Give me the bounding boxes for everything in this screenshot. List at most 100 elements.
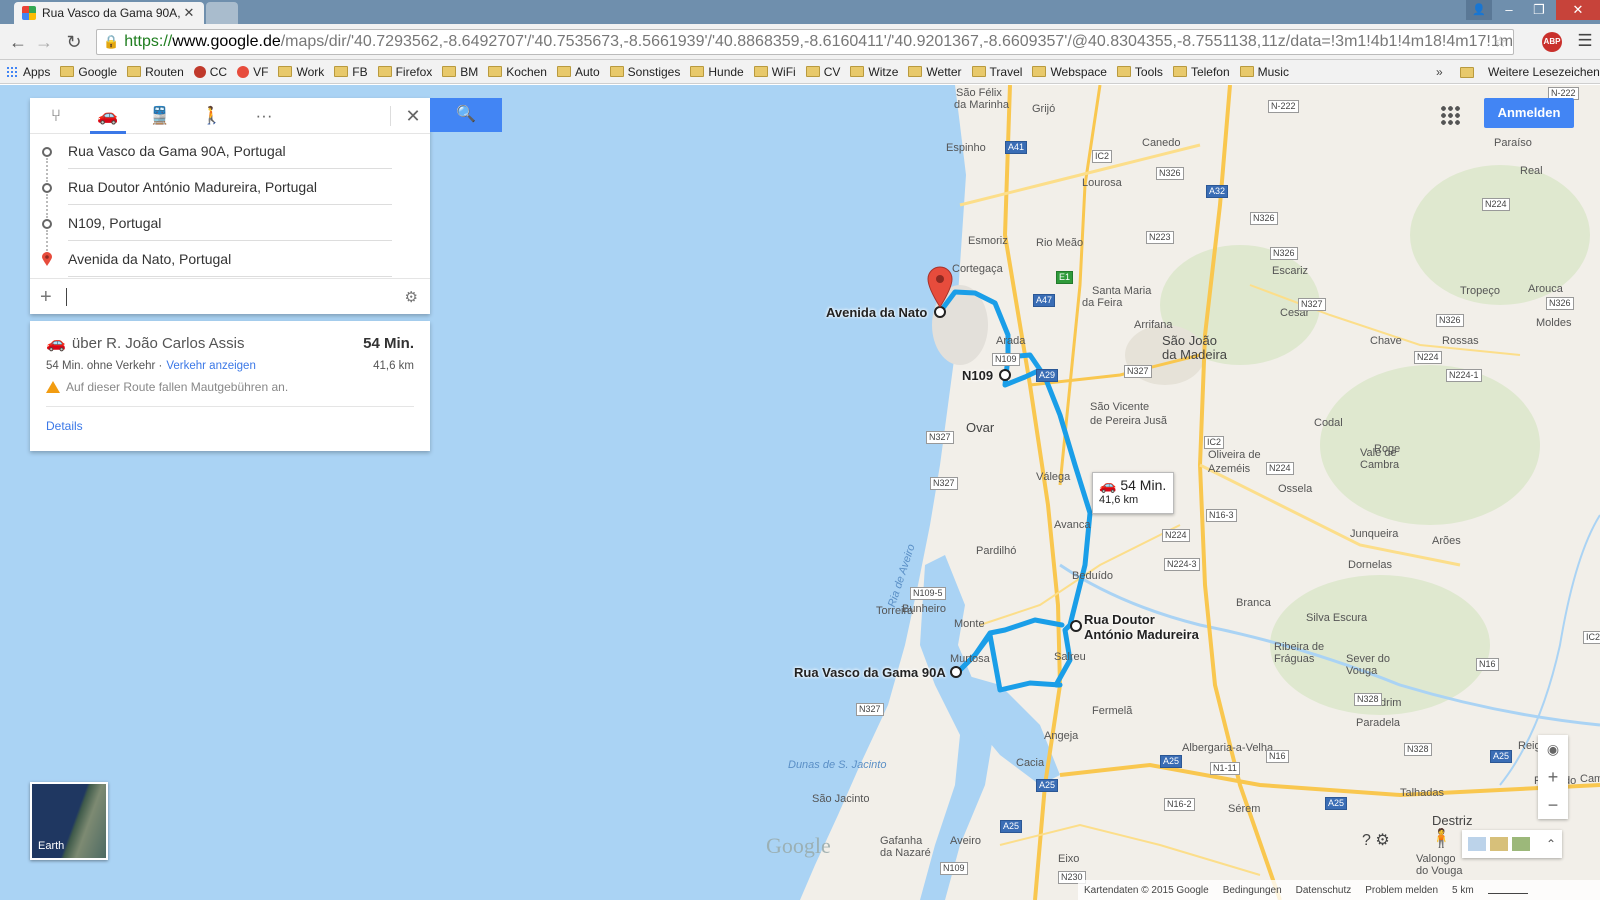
add-destination-icon[interactable]: +	[40, 287, 52, 307]
expand-up-icon[interactable]: ⌃	[1546, 837, 1556, 851]
restore-icon[interactable]: ❐	[1524, 0, 1554, 20]
route-result-card[interactable]: 🚗 über R. João Carlos Assis 54 Min. 54 M…	[30, 321, 430, 451]
back-icon[interactable]: ←	[6, 30, 30, 54]
waypoint-row-0[interactable]: Rua Vasco da Gama 90A, Portugal	[30, 134, 430, 182]
bookmark-label: WiFi	[771, 64, 796, 79]
layer-thumbnails[interactable]: ⌃	[1462, 830, 1562, 858]
terms-link[interactable]: Bedingungen	[1223, 885, 1282, 896]
mode-transit-icon[interactable]: 🚆	[134, 98, 186, 134]
layer-thumb-satellite[interactable]	[1512, 837, 1530, 851]
site-favicon-icon	[193, 65, 206, 78]
mode-car-icon[interactable]: 🚗	[82, 98, 134, 134]
map-label-avenida-da-nato[interactable]: Avenida da Nato	[826, 305, 927, 320]
bookmark-work[interactable]: Work	[278, 65, 324, 79]
report-problem-link[interactable]: Problem melden	[1365, 885, 1438, 896]
waypoint-row-2[interactable]: N109, Portugal	[30, 206, 430, 254]
gear-icon[interactable]: ⚙	[1375, 832, 1389, 849]
bookmark-travel[interactable]: Travel	[971, 65, 1022, 79]
bookmarks-overflow-icon[interactable]: »	[1436, 65, 1443, 79]
motorway-shield: A29	[1036, 369, 1059, 382]
window-close-icon[interactable]: ✕	[1556, 0, 1600, 20]
browser-menu-icon[interactable]: ☰	[1574, 30, 1596, 52]
bookmark-cv[interactable]: CV	[805, 65, 840, 79]
details-link[interactable]: Details	[46, 419, 414, 433]
bookmark-fb[interactable]: FB	[334, 65, 368, 79]
map-label-antonio-madureira[interactable]: António Madureira	[1084, 627, 1199, 642]
waypoint-input-2[interactable]: N109, Portugal	[68, 206, 392, 241]
national-road-shield: N327	[930, 477, 958, 490]
my-location-icon[interactable]: ◉	[1538, 735, 1568, 763]
folder-icon	[556, 66, 571, 77]
bookmark-webspace[interactable]: Webspace	[1032, 65, 1107, 79]
waypoint-input-1[interactable]: Rua Doutor António Madureira, Portugal	[68, 170, 392, 205]
bookmark-witze[interactable]: Witze	[850, 65, 898, 79]
bookmark-star-icon[interactable]: ☆	[1494, 33, 1507, 51]
tab-maps[interactable]: Rua Vasco da Gama 90A, I ✕	[14, 2, 204, 24]
search-icon: 🔍	[456, 106, 476, 123]
bookmark-auto[interactable]: Auto	[556, 65, 600, 79]
mode-more-icon[interactable]: ···	[238, 98, 290, 134]
tab-close-icon[interactable]: ✕	[182, 5, 196, 21]
map-label-n109[interactable]: N109	[962, 368, 993, 383]
national-road-shield: N224	[1266, 462, 1294, 475]
bookmark-kochen[interactable]: Kochen	[488, 65, 547, 79]
route-info-bubble[interactable]: 🚗 54 Min. 41,6 km	[1092, 472, 1174, 514]
pegman-icon[interactable]: 🧍	[1430, 828, 1452, 858]
close-directions-icon[interactable]: ✕	[398, 98, 428, 134]
scale-bar	[1487, 886, 1528, 894]
map-label-rua-doutor[interactable]: Rua Doutor	[1084, 612, 1155, 627]
map-canvas[interactable]: Avenida da Nato N109 Rua Doutor António …	[0, 85, 1600, 900]
bookmark-google[interactable]: Google	[60, 65, 117, 79]
forward-icon[interactable]: →	[32, 30, 56, 54]
bookmark-routen[interactable]: Routen	[127, 65, 184, 79]
bookmark-wetter[interactable]: Wetter	[908, 65, 962, 79]
adblock-plus-icon[interactable]: ABP	[1542, 32, 1562, 52]
layer-thumb-map[interactable]	[1468, 837, 1486, 851]
waypoint-input-0[interactable]: Rua Vasco da Gama 90A, Portugal	[68, 134, 392, 169]
profile-icon[interactable]: 👤	[1466, 0, 1492, 20]
bookmark-bm[interactable]: BM	[442, 65, 478, 79]
bookmark-cc[interactable]: CC	[193, 65, 227, 79]
signin-button[interactable]: Anmelden	[1484, 98, 1574, 128]
waypoint-row-1[interactable]: Rua Doutor António Madureira, Portugal	[30, 170, 430, 218]
search-button[interactable]: 🔍	[430, 98, 502, 132]
bookmark-vf[interactable]: VF	[237, 65, 268, 79]
bookmark-firefox[interactable]: Firefox	[377, 65, 432, 79]
mode-best-icon[interactable]: ⑂	[30, 98, 82, 134]
zoom-in-button[interactable]: +	[1538, 763, 1568, 791]
national-road-shield: N326	[1270, 247, 1298, 260]
place-label: da Feira	[1082, 297, 1123, 309]
bookmark-telefon[interactable]: Telefon	[1172, 65, 1230, 79]
national-road-shield: N326	[1436, 314, 1464, 327]
mode-walk-icon[interactable]: 🚶	[186, 98, 238, 134]
bookmark-tools[interactable]: Tools	[1116, 65, 1163, 79]
bookmark-sonstiges[interactable]: Sonstiges	[609, 65, 680, 79]
google-apps-icon[interactable]	[1440, 105, 1462, 127]
place-label: Monte	[954, 618, 985, 630]
layer-thumb-terrain[interactable]	[1490, 837, 1508, 851]
minimize-icon[interactable]: –	[1494, 0, 1524, 20]
bookmark-wifi[interactable]: WiFi	[753, 64, 796, 79]
show-traffic-link[interactable]: Verkehr anzeigen	[166, 360, 256, 372]
help-settings-icons[interactable]: ? ⚙	[1362, 830, 1390, 850]
add-destination-row[interactable]: + ⚙	[30, 278, 430, 314]
national-road-shield: N224	[1162, 529, 1190, 542]
privacy-link[interactable]: Datenschutz	[1296, 885, 1352, 896]
bookmark-music[interactable]: Music	[1239, 65, 1289, 79]
motorway-shield: A25	[1036, 779, 1059, 792]
help-icon[interactable]: ?	[1362, 832, 1371, 849]
waypoint-circle-icon	[42, 147, 52, 157]
route-options-icon[interactable]: ⚙	[405, 288, 418, 306]
national-road-shield: N326	[1156, 167, 1184, 180]
zoom-out-button[interactable]: −	[1538, 791, 1568, 819]
new-tab-button[interactable]	[206, 2, 238, 24]
earth-view-toggle[interactable]: Earth	[30, 782, 108, 860]
waypoint-input-3[interactable]: Avenida da Nato, Portugal	[68, 242, 392, 277]
bookmark-hunde[interactable]: Hunde	[690, 65, 744, 79]
map-label-rua-vasco-da-gama[interactable]: Rua Vasco da Gama 90A	[794, 665, 946, 680]
reload-icon[interactable]: ↻	[62, 30, 86, 54]
other-bookmarks[interactable]: Weitere Lesezeichen	[1460, 60, 1600, 84]
bookmark-apps[interactable]: Apps	[6, 65, 50, 79]
waypoint-row-3[interactable]: Avenida da Nato, Portugal	[30, 242, 430, 278]
address-bar[interactable]: 🔒 https:// www.google.de /maps/dir/'40.7…	[96, 29, 1514, 55]
